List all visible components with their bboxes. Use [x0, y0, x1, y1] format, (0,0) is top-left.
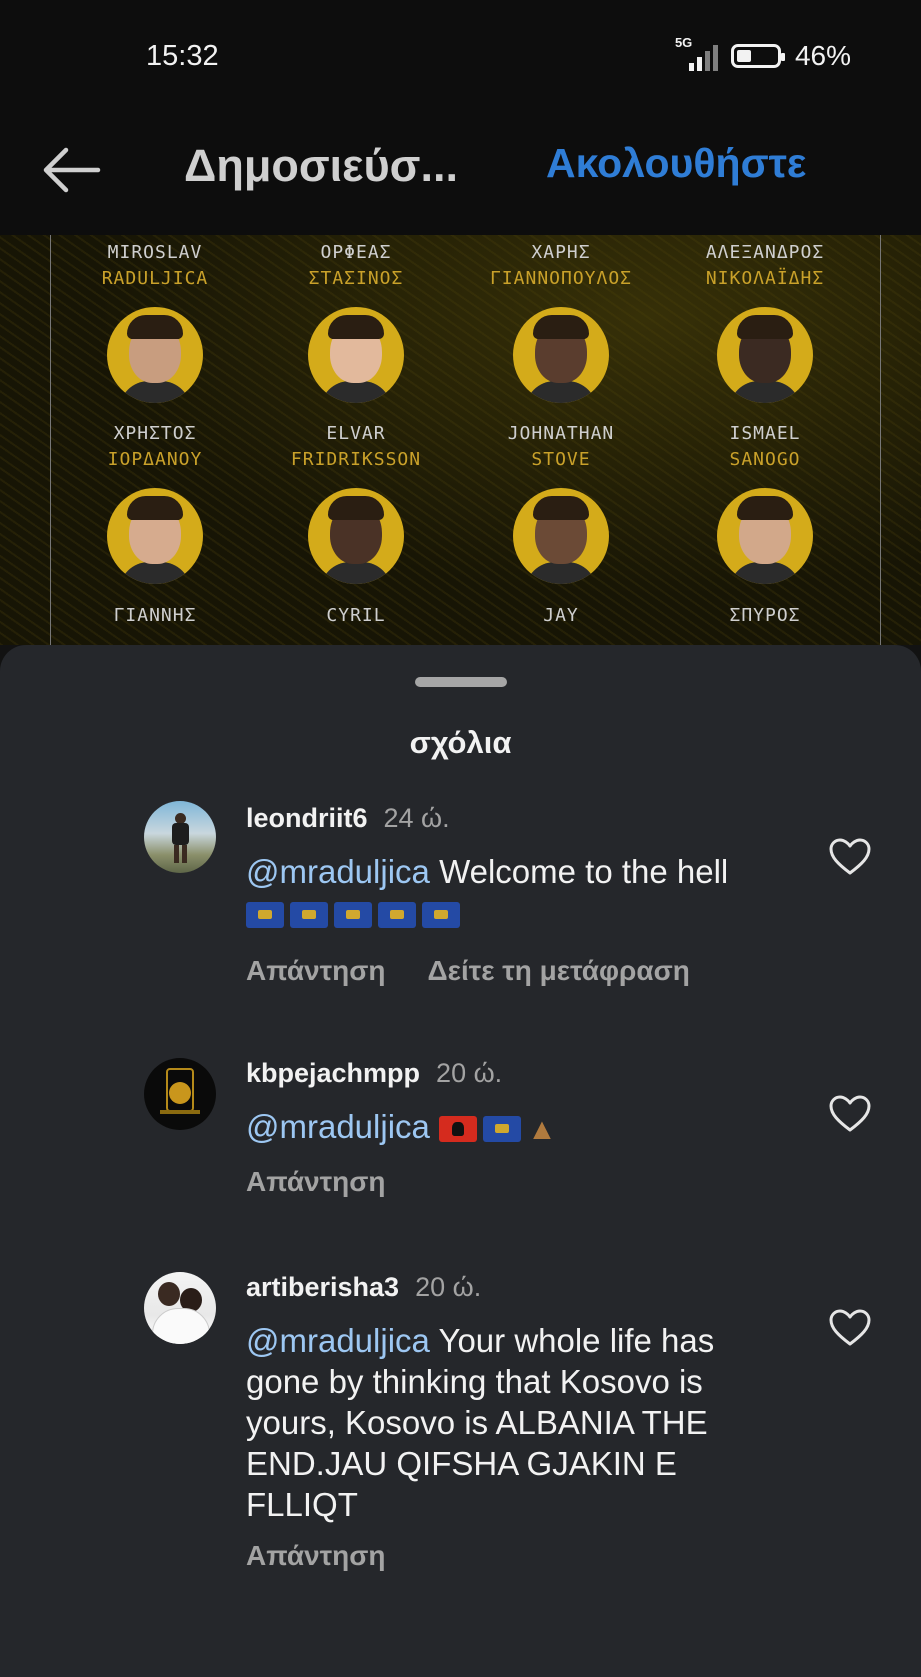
- player-card: JOHNATHAN STOVE: [476, 421, 646, 584]
- player-photo: [308, 307, 404, 403]
- avatar[interactable]: [144, 1272, 216, 1344]
- player-photo: [513, 488, 609, 584]
- comment-text: @mraduljica ▲: [246, 1106, 766, 1150]
- comment-text: @mraduljica Welcome to the hell: [246, 851, 766, 933]
- player-last-name: RADULJICA: [101, 268, 209, 289]
- status-bar: 15:32 5G 46%: [0, 0, 921, 110]
- kosovo-flag-emoji: [483, 1116, 522, 1143]
- player-photo: [308, 488, 404, 584]
- comment-username[interactable]: artiberisha3 20 ώ.: [246, 1272, 481, 1303]
- player-last-name: FRIDRIKSSON: [290, 449, 422, 470]
- avatar[interactable]: [144, 1058, 216, 1130]
- post-image[interactable]: MIROSLAV RADULJICA ΟΡΦΕΑΣ ΣΤΑΣΙΝΟΣ ΧΑΡΗΣ ΓΙΑΝ…: [0, 235, 921, 645]
- player-last-name: [70, 629, 240, 645]
- player-card: ΧΡΗΣΤΟΣ ΙΟΡΔΑΝΟΥ: [70, 421, 240, 584]
- player-last-name: [680, 629, 850, 645]
- kosovo-flag-emoji: [422, 902, 460, 929]
- comment-username[interactable]: kbpejachmpp 20 ώ.: [246, 1058, 502, 1089]
- sheet-title: σχόλια: [409, 725, 512, 760]
- comment-body: Welcome to the hell: [439, 853, 729, 890]
- comment-text: @mraduljica Your whole life has gone by …: [246, 1320, 766, 1525]
- comment-username[interactable]: leondriit6 24 ώ.: [246, 803, 450, 834]
- comment-actions: Απάντηση: [246, 1540, 386, 1572]
- page-title: Δημοσιεύσ...: [184, 140, 458, 191]
- comment-time: 20 ώ.: [436, 1058, 503, 1088]
- player-photo: [717, 488, 813, 584]
- comment-time: 24 ώ.: [383, 803, 450, 833]
- player-last-name: ΓΙΑΝΝΟΠΟΥΛΟΣ: [489, 268, 633, 289]
- status-icons: 5G 46%: [675, 35, 851, 72]
- player-card: ΟΡΦΕΑΣ ΣΤΑΣΙΝΟΣ: [271, 240, 441, 403]
- kosovo-flag-emoji: [246, 902, 284, 929]
- player-first-name: CYRIL: [326, 605, 386, 626]
- player-first-name: ISMAEL: [729, 423, 801, 444]
- comments-sheet: σχόλια leondriit6 24 ώ. @mraduljica Welco…: [0, 645, 921, 1677]
- kosovo-flag-emoji: [378, 902, 416, 929]
- status-time: 15:32: [146, 40, 219, 72]
- reply-button[interactable]: Απάντηση: [246, 1166, 386, 1198]
- player-card: ΑΛΕΞΑΝΔΡΟΣ ΝΙΚΟΛΑΪΔΗΣ: [680, 240, 850, 403]
- player-photo: [717, 307, 813, 403]
- sheet-drag-handle[interactable]: [415, 677, 507, 687]
- player-last-name: SANOGO: [729, 449, 801, 470]
- mention-link[interactable]: @mraduljica: [246, 1322, 430, 1359]
- player-last-name: ΙΟΡΔΑΝΟΥ: [107, 449, 203, 470]
- player-card: CYRIL: [271, 603, 441, 645]
- player-photo: [107, 488, 203, 584]
- heart-icon[interactable]: [828, 1308, 872, 1348]
- player-last-name: ΣΤΑΣΙΝΟΣ: [308, 268, 404, 289]
- comment-actions: Απάντηση: [246, 1166, 386, 1198]
- player-first-name: ELVAR: [326, 423, 386, 444]
- network-label: 5G: [674, 35, 693, 50]
- reply-button[interactable]: Απάντηση: [246, 1540, 386, 1572]
- player-first-name: JAY: [543, 605, 579, 626]
- albania-flag-emoji: [439, 1116, 478, 1143]
- username-text[interactable]: kbpejachmpp: [246, 1058, 420, 1088]
- mention-link[interactable]: @mraduljica: [246, 1108, 430, 1145]
- player-photo: [107, 307, 203, 403]
- player-card: ΓΙΑΝΝΗΣ: [70, 603, 240, 645]
- comment-actions: Απάντηση Δείτε τη μετάφραση: [246, 955, 690, 987]
- player-first-name: ΑΛΕΞΑΝΔΡΟΣ: [705, 242, 825, 263]
- follow-button[interactable]: Ακολουθήστε: [546, 140, 806, 187]
- comment-time: 20 ώ.: [415, 1272, 482, 1302]
- player-photo: [513, 307, 609, 403]
- player-card: JAY: [476, 603, 646, 645]
- player-first-name: JOHNATHAN: [507, 423, 615, 444]
- player-card: ΧΑΡΗΣ ΓΙΑΝΝΟΠΟΥΛΟΣ: [476, 240, 646, 403]
- kosovo-flag-emoji: [290, 902, 328, 929]
- app-header: Δημοσιεύσ... Ακολουθήστε: [0, 110, 921, 235]
- heart-icon[interactable]: [828, 1094, 872, 1134]
- player-last-name: ΝΙΚΟΛΑΪΔΗΣ: [705, 268, 825, 289]
- username-text[interactable]: leondriit6: [246, 803, 368, 833]
- player-card: ΣΠΥΡΟΣ: [680, 603, 850, 645]
- back-arrow-icon: [43, 147, 101, 193]
- kosovo-flag-emoji: [334, 902, 372, 929]
- signal-icon: 5G: [675, 35, 718, 71]
- avatar[interactable]: [144, 801, 216, 873]
- battery-icon: [730, 44, 785, 68]
- battery-percent: 46%: [794, 40, 851, 71]
- username-text[interactable]: artiberisha3: [246, 1272, 399, 1302]
- player-last-name: [476, 629, 646, 645]
- player-first-name: MIROSLAV: [107, 242, 203, 263]
- player-last-name: STOVE: [531, 449, 591, 470]
- player-card: ELVAR FRIDRIKSSON: [271, 421, 441, 584]
- player-first-name: ΟΡΦΕΑΣ: [320, 242, 392, 263]
- eagle-emoji: ▲: [527, 1112, 557, 1146]
- player-first-name: ΓΙΑΝΝΗΣ: [113, 605, 197, 626]
- player-first-name: ΧΡΗΣΤΟΣ: [113, 423, 197, 444]
- heart-icon[interactable]: [828, 837, 872, 877]
- see-translation-button[interactable]: Δείτε τη μετάφραση: [428, 955, 690, 987]
- reply-button[interactable]: Απάντηση: [246, 955, 386, 987]
- mention-link[interactable]: @mraduljica: [246, 853, 430, 890]
- player-card: ISMAEL SANOGO: [680, 421, 850, 584]
- player-first-name: ΧΑΡΗΣ: [531, 242, 591, 263]
- player-last-name: [271, 629, 441, 645]
- player-first-name: ΣΠΥΡΟΣ: [729, 605, 801, 626]
- player-card: MIROSLAV RADULJICA: [70, 240, 240, 403]
- back-button[interactable]: [38, 140, 104, 200]
